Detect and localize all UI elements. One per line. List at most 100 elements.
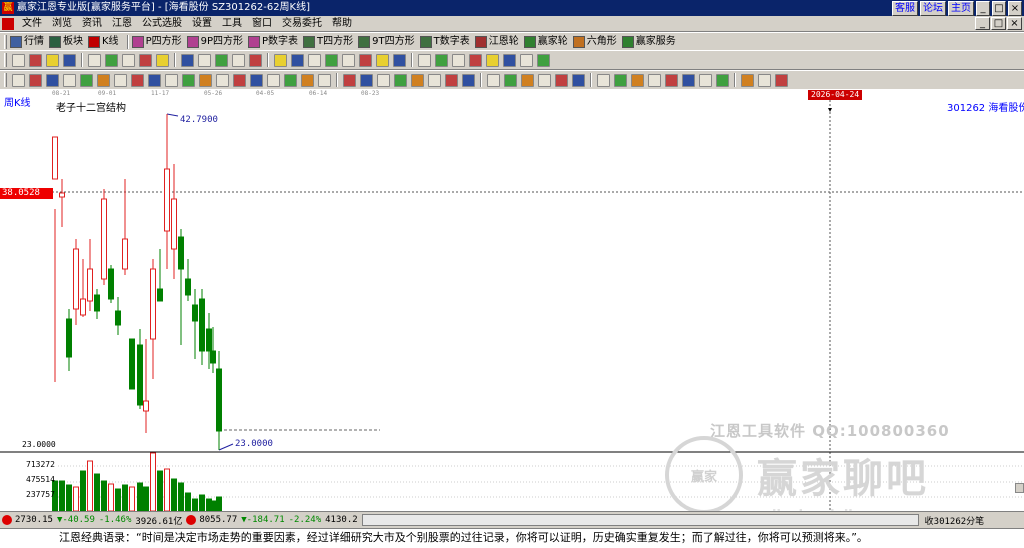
tool-icon[interactable] <box>665 73 678 87</box>
tool-icon[interactable] <box>12 73 25 87</box>
tool-icon[interactable] <box>165 73 178 87</box>
menu-file[interactable]: 文件 <box>17 17 47 31</box>
minimize-button[interactable]: _ <box>976 1 990 16</box>
tool-icon[interactable] <box>139 53 152 67</box>
toolbar-grip[interactable] <box>4 35 7 49</box>
menu-settings[interactable]: 设置 <box>187 17 217 31</box>
tool-icon[interactable] <box>758 73 771 87</box>
toolbar-button-12[interactable]: 赢家服务 <box>621 35 676 49</box>
toolbar-grip[interactable] <box>4 73 7 87</box>
menu-help[interactable]: 帮助 <box>327 17 357 31</box>
mdi-restore-button[interactable]: □ <box>991 17 1006 30</box>
tool-icon[interactable] <box>105 53 118 67</box>
tool-icon[interactable] <box>216 73 229 87</box>
tool-icon[interactable] <box>318 73 331 87</box>
tool-icon[interactable] <box>521 73 534 87</box>
tool-icon[interactable] <box>503 53 516 67</box>
toolbar-button-1[interactable]: 板块 <box>49 35 83 49</box>
tool-icon[interactable] <box>122 53 135 67</box>
toolbar-button-5[interactable]: P数字表 <box>248 35 298 49</box>
sz-indicator-icon[interactable] <box>186 515 197 525</box>
tool-icon[interactable] <box>267 73 280 87</box>
toolbar-button-8[interactable]: T数字表 <box>419 35 470 49</box>
toolbar-button-10[interactable]: 赢家轮 <box>523 35 568 49</box>
tool-icon[interactable] <box>148 73 161 87</box>
tool-icon[interactable] <box>376 53 389 67</box>
tool-icon[interactable] <box>428 73 441 87</box>
tool-icon[interactable] <box>699 73 712 87</box>
tool-icon[interactable] <box>469 53 482 67</box>
close-button[interactable]: × <box>1008 1 1022 16</box>
tool-icon[interactable] <box>46 73 59 87</box>
tool-icon[interactable] <box>741 73 754 87</box>
tool-icon[interactable] <box>359 53 372 67</box>
tool-icon[interactable] <box>572 73 585 87</box>
tool-icon[interactable] <box>538 73 551 87</box>
tool-icon[interactable] <box>63 53 76 67</box>
tool-icon[interactable] <box>614 73 627 87</box>
tool-icon[interactable] <box>342 53 355 67</box>
tool-icon[interactable] <box>233 73 246 87</box>
link-service[interactable]: 客服 <box>892 1 918 16</box>
tool-icon[interactable] <box>682 73 695 87</box>
tool-icon[interactable] <box>435 53 448 67</box>
tool-icon[interactable] <box>301 73 314 87</box>
tick-data-label[interactable]: 收301262分笔 <box>925 514 985 527</box>
tool-icon[interactable] <box>156 53 169 67</box>
tool-icon[interactable] <box>88 53 101 67</box>
tool-icon[interactable] <box>199 73 212 87</box>
tool-icon[interactable] <box>452 53 465 67</box>
tool-icon[interactable] <box>445 73 458 87</box>
tool-icon[interactable] <box>131 73 144 87</box>
tool-icon[interactable] <box>487 73 500 87</box>
tool-icon[interactable] <box>29 73 42 87</box>
tool-icon[interactable] <box>12 53 25 67</box>
volume-scroll-up-button[interactable] <box>1015 483 1024 493</box>
menu-gann[interactable]: 江恩 <box>107 17 137 31</box>
tool-icon[interactable] <box>46 53 59 67</box>
tool-icon[interactable] <box>486 53 499 67</box>
toolbar-button-2[interactable]: K线 <box>88 35 119 49</box>
tool-icon[interactable] <box>394 73 407 87</box>
tool-icon[interactable] <box>80 73 93 87</box>
tool-icon[interactable] <box>631 73 644 87</box>
menu-trade[interactable]: 交易委托 <box>277 17 327 31</box>
tool-icon[interactable] <box>29 53 42 67</box>
tool-icon[interactable] <box>274 53 287 67</box>
tool-icon[interactable] <box>648 73 661 87</box>
tool-icon[interactable] <box>114 73 127 87</box>
toolbar-grip[interactable] <box>4 53 7 67</box>
tool-icon[interactable] <box>504 73 517 87</box>
tool-icon[interactable] <box>97 73 110 87</box>
alert-icon[interactable] <box>2 515 12 525</box>
tool-icon[interactable] <box>377 73 390 87</box>
menu-tools[interactable]: 工具 <box>217 17 247 31</box>
tool-icon[interactable] <box>63 73 76 87</box>
tool-icon[interactable] <box>291 53 304 67</box>
toolbar-button-11[interactable]: 六角形 <box>572 35 617 49</box>
maximize-button[interactable]: □ <box>992 1 1006 16</box>
menu-news[interactable]: 资讯 <box>77 17 107 31</box>
menu-browse[interactable]: 浏览 <box>47 17 77 31</box>
tool-icon[interactable] <box>462 73 475 87</box>
tool-icon[interactable] <box>393 53 406 67</box>
link-forum[interactable]: 论坛 <box>920 1 946 16</box>
tool-icon[interactable] <box>182 73 195 87</box>
tool-icon[interactable] <box>716 73 729 87</box>
toolbar-button-6[interactable]: T四方形 <box>303 35 353 49</box>
tool-icon[interactable] <box>284 73 297 87</box>
tool-icon[interactable] <box>360 73 373 87</box>
toolbar-button-9[interactable]: 江恩轮 <box>474 35 519 49</box>
tool-icon[interactable] <box>418 53 431 67</box>
tool-icon[interactable] <box>249 53 262 67</box>
menu-formula[interactable]: 公式选股 <box>137 17 187 31</box>
mdi-close-button[interactable]: × <box>1007 17 1022 30</box>
menu-window[interactable]: 窗口 <box>247 17 277 31</box>
tool-icon[interactable] <box>250 73 263 87</box>
toolbar-button-0[interactable]: 行情 <box>10 35 44 49</box>
tool-icon[interactable] <box>325 53 338 67</box>
tool-icon[interactable] <box>308 53 321 67</box>
tool-icon[interactable] <box>181 53 194 67</box>
tool-icon[interactable] <box>555 73 568 87</box>
toolbar-button-4[interactable]: 9P四方形 <box>186 35 243 49</box>
